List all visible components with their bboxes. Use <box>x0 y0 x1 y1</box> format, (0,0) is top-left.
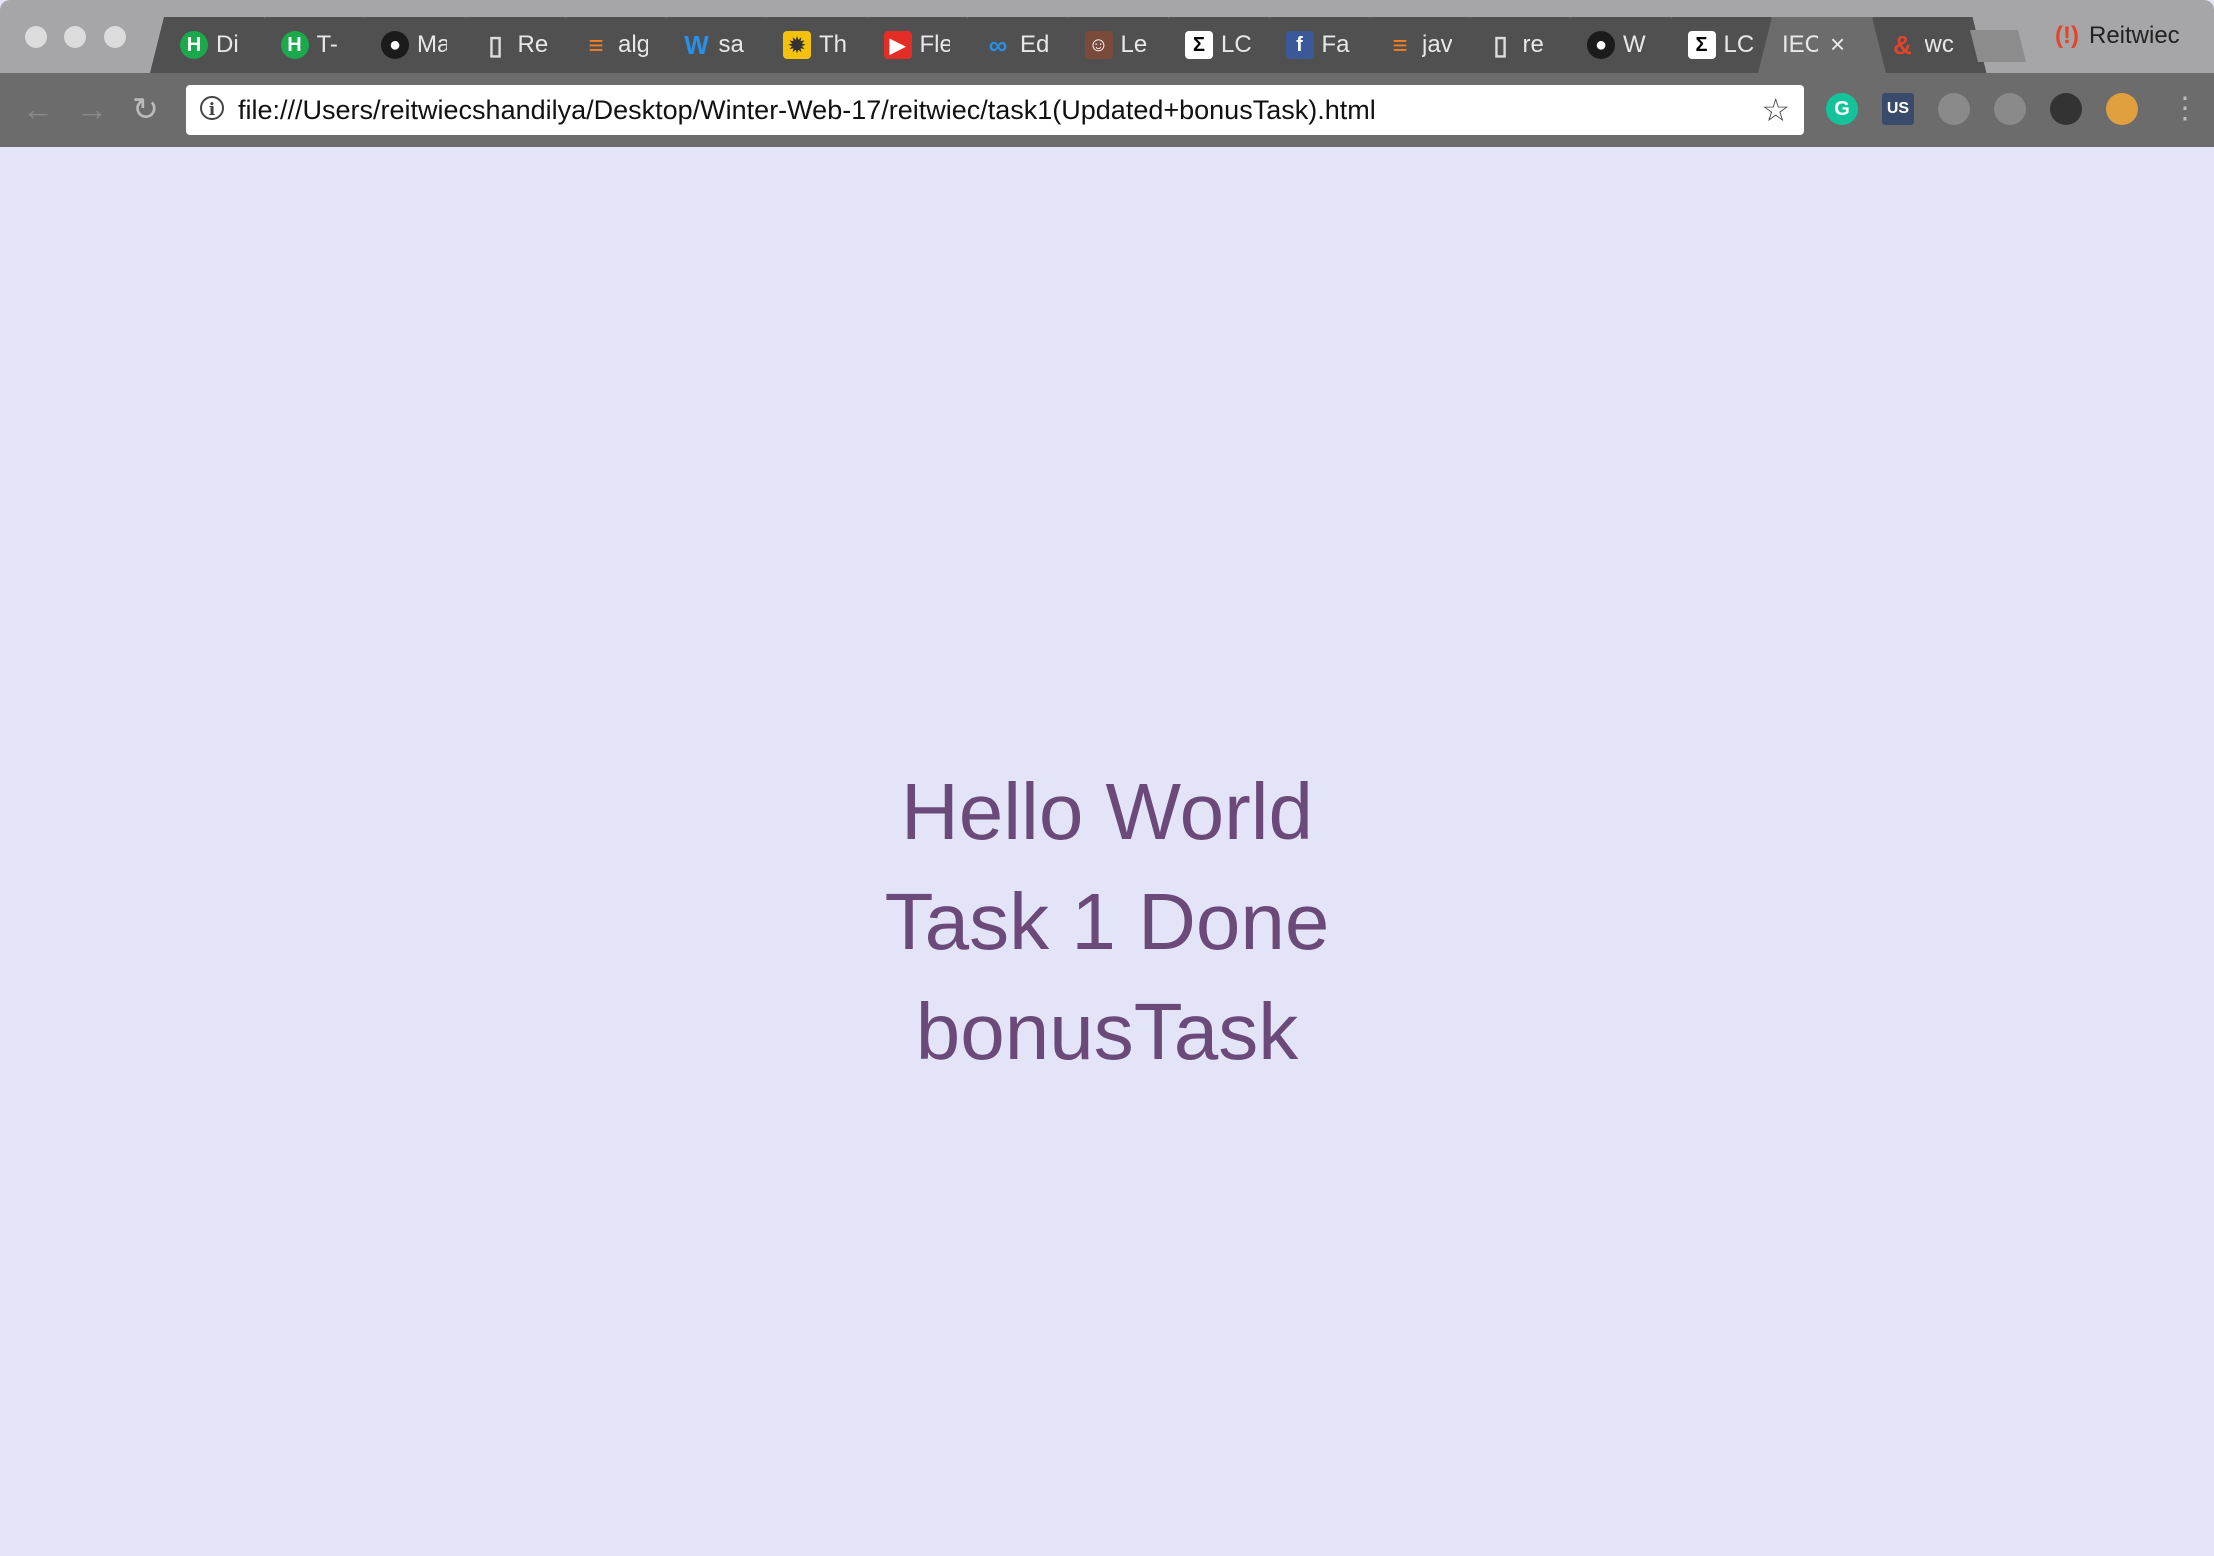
tab-title: Fle <box>919 31 950 58</box>
tab-title: Ma <box>417 31 447 58</box>
cloud-icon: ∞ <box>988 29 1008 60</box>
message-block: Hello World Task 1 Done bonusTask <box>0 757 2214 1087</box>
hackerrank-icon: H <box>180 31 208 59</box>
tab-title: IEC <box>1782 31 1818 58</box>
sigma-icon: Σ <box>1185 31 1213 59</box>
ampersand-icon: & <box>1893 29 1912 60</box>
github-icon: ● <box>381 31 409 59</box>
stackoverflow-icon: ≡ <box>1392 29 1408 60</box>
tab-title: T- <box>316 31 338 58</box>
guitar-icon[interactable] <box>2050 93 2082 125</box>
window-minimize-button[interactable] <box>64 26 86 48</box>
tab-title: W <box>1623 31 1646 58</box>
tab-title: jav <box>1422 31 1452 58</box>
tab-title: Fa <box>1321 31 1350 58</box>
tab-title: LC <box>1221 31 1251 58</box>
sigma-icon: Σ <box>1687 31 1716 59</box>
lightbulb-icon: ✹ <box>783 31 811 59</box>
back-button[interactable]: ← <box>22 91 54 127</box>
info-icon[interactable]: i <box>200 96 224 120</box>
profile-name: Reitwiec <box>2088 22 2180 49</box>
document-icon: ▯ <box>1493 29 1508 60</box>
tab-title: re <box>1522 31 1544 58</box>
grammarly-icon[interactable]: G <box>1826 93 1858 125</box>
new-tab-button[interactable] <box>1970 30 2026 62</box>
document-icon: ▯ <box>488 29 503 60</box>
window-zoom-button[interactable] <box>104 26 126 48</box>
tab-iec[interactable]: IEC × <box>1758 17 1886 73</box>
github-icon: ● <box>1587 31 1615 59</box>
address-bar[interactable]: i file:///Users/reitwiecshandilya/Deskto… <box>186 85 1804 135</box>
close-tab-icon[interactable]: × <box>1830 29 1845 60</box>
tab-title: Ed <box>1020 31 1050 58</box>
ghostery-icon[interactable] <box>1938 93 1970 125</box>
url-text[interactable]: file:///Users/reitwiecshandilya/Desktop/… <box>238 95 1376 126</box>
bonus-task-text: bonusTask <box>915 987 1299 1076</box>
avatar-icon: ☺ <box>1084 31 1113 59</box>
page-content: Hello World Task 1 Done bonusTask <box>0 147 2214 1556</box>
tab-title: Le <box>1120 31 1148 58</box>
window-close-button[interactable] <box>25 26 47 48</box>
profile-icon: (!) <box>2055 22 2079 49</box>
hello-world-text: Hello World <box>901 767 1313 856</box>
facebook-icon: f <box>1285 31 1314 59</box>
forward-button[interactable]: → <box>76 91 108 127</box>
tab-title: Th <box>819 31 848 58</box>
task-done-text: Task 1 Done <box>884 877 1330 966</box>
menu-icon[interactable]: ⋮ <box>2170 91 2200 127</box>
youtube-icon: ▶ <box>883 31 912 59</box>
vpn-us-icon[interactable]: US <box>1882 93 1914 125</box>
profile-button[interactable]: (!) Reitwiec <box>2055 22 2180 50</box>
tab-title: alg <box>618 31 648 58</box>
bookmark-star-icon[interactable]: ☆ <box>1761 91 1790 129</box>
tab-title: wc <box>1924 31 1954 58</box>
globe-icon[interactable] <box>2106 93 2138 125</box>
reload-button[interactable]: ↻ <box>132 91 159 127</box>
hackerrank-icon: H <box>280 31 309 59</box>
stackoverflow-icon: ≡ <box>588 29 604 60</box>
weebly-icon: W <box>684 29 709 60</box>
tab-strip: H Di H T- ● Ma ▯ Re ≡ alg Wsa ✹ Th ▶ Fle ∞ Ed ☺ Le Σ LC f Fa ≡ j… <box>0 0 2214 73</box>
shield-icon[interactable] <box>1994 93 2026 125</box>
tab-title: Di <box>216 31 239 58</box>
tab-title: Re <box>517 31 548 58</box>
tab-title: sa <box>718 31 744 58</box>
browser-toolbar: ← → ↻ i file:///Users/reitwiecshandilya/… <box>0 73 2214 147</box>
tab-title: LC <box>1723 31 1754 58</box>
